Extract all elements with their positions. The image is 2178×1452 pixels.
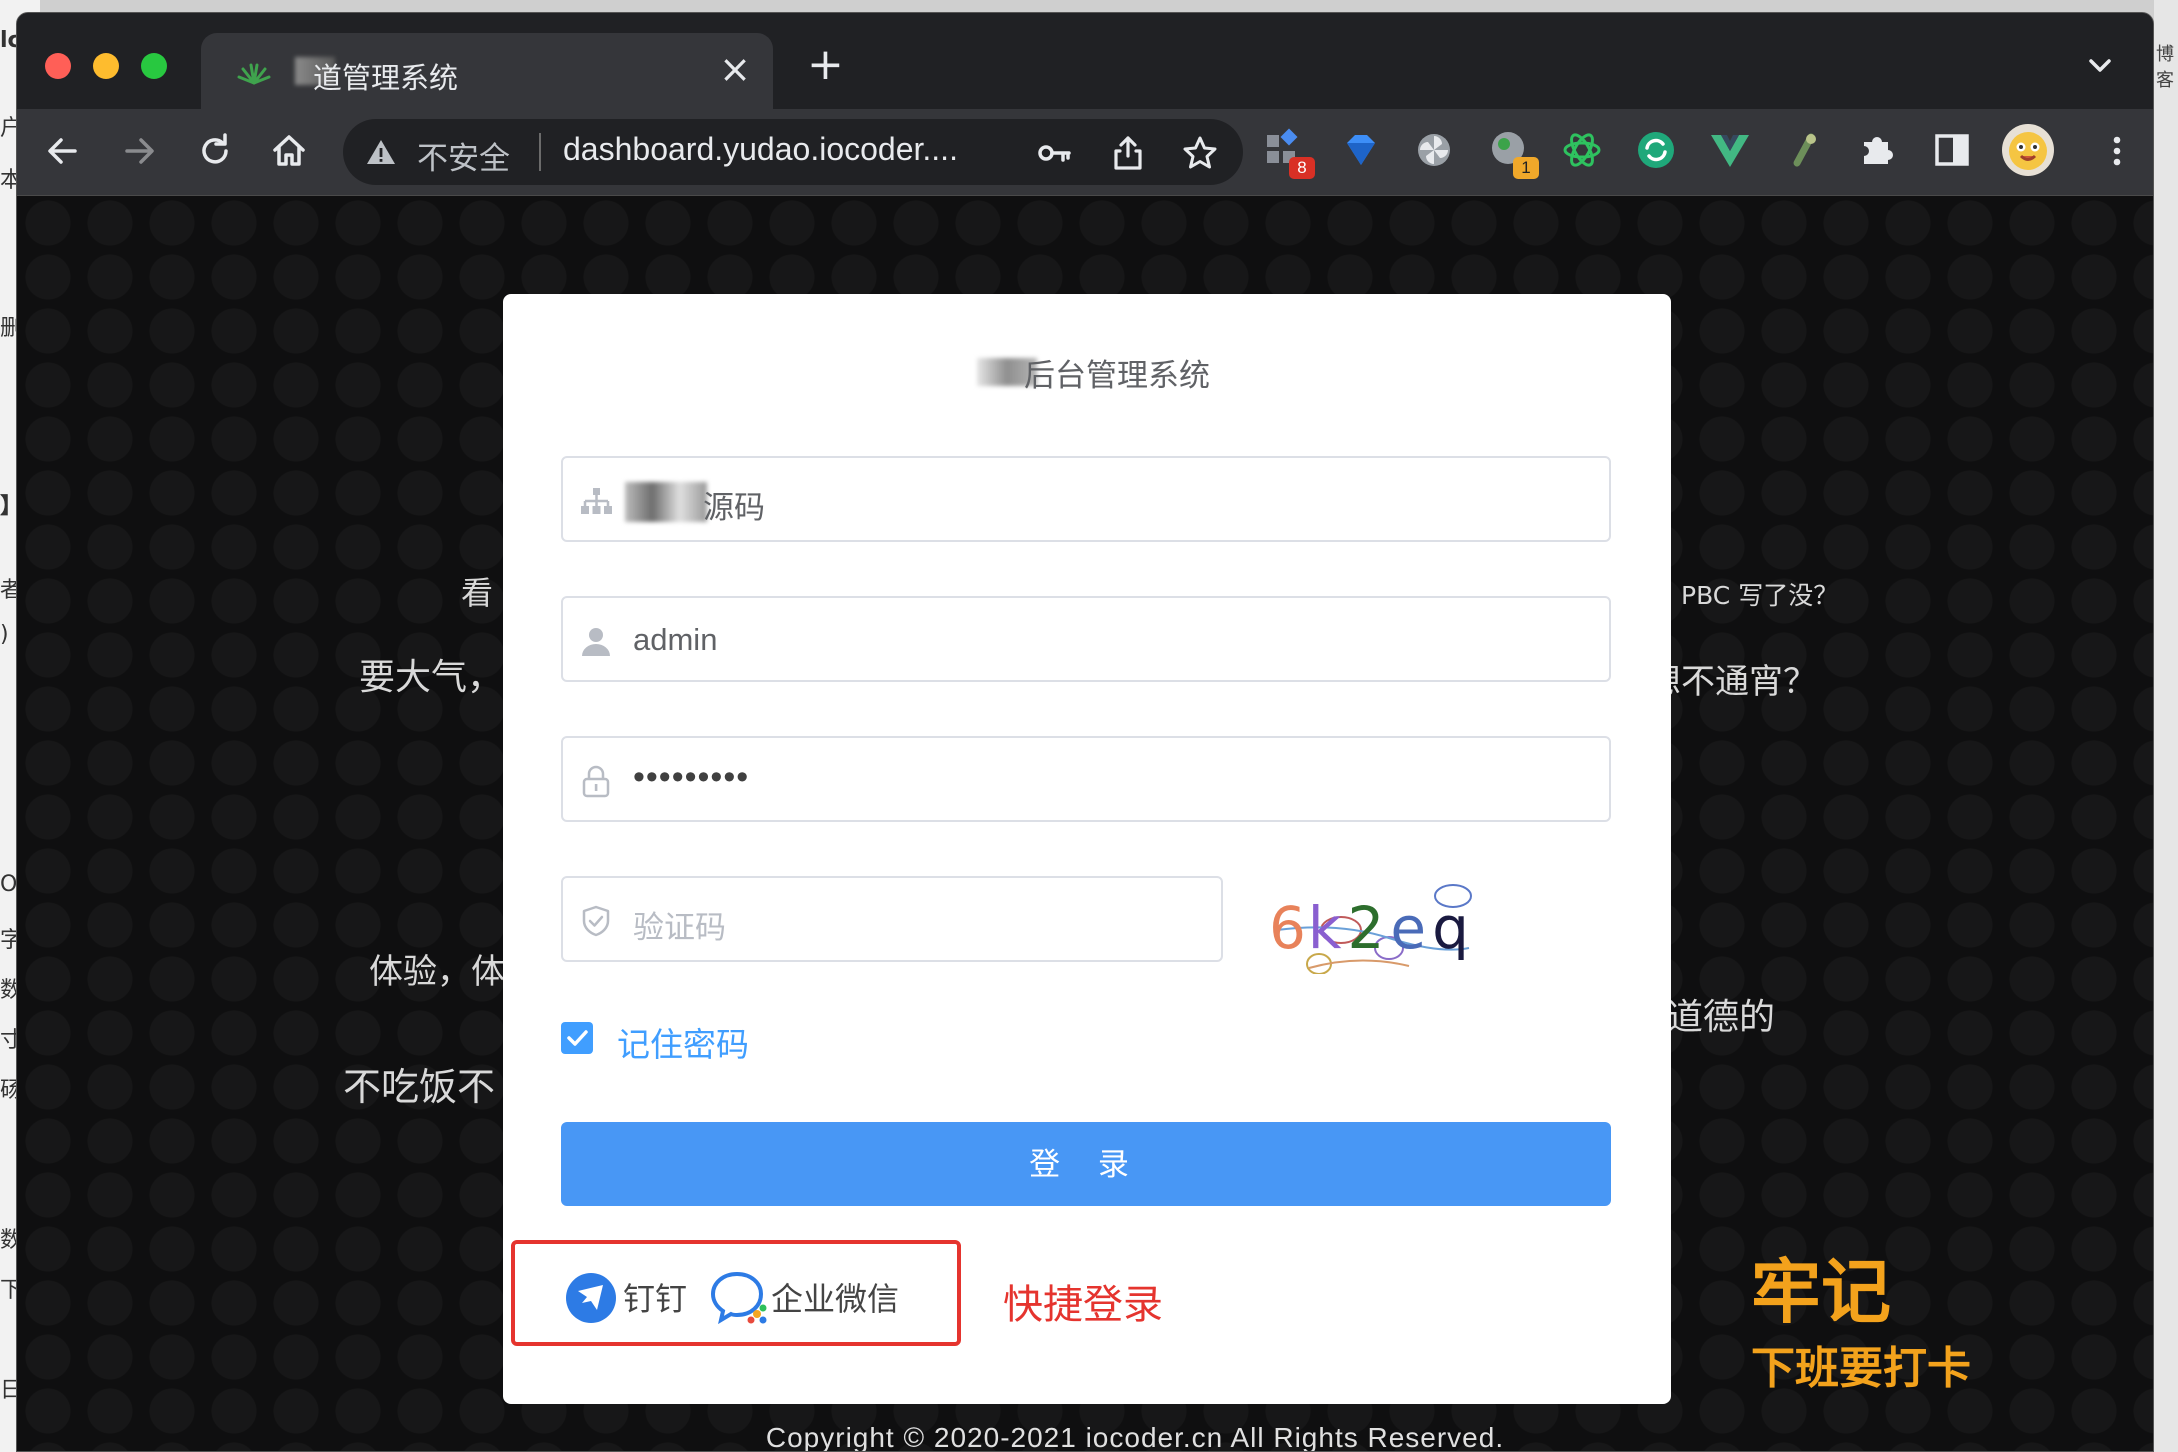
- more-menu-icon[interactable]: [2095, 129, 2139, 173]
- share-icon[interactable]: [1109, 134, 1147, 172]
- remember-password-label[interactable]: 记住密码: [617, 1018, 749, 1066]
- annotation-subtitle: 下班要打卡: [1751, 1343, 1971, 1394]
- social-login-box: 钉钉 企业微信: [511, 1240, 961, 1346]
- chevron-down-icon[interactable]: [2085, 51, 2115, 81]
- reload-icon[interactable]: [193, 129, 237, 173]
- home-icon[interactable]: [267, 129, 311, 173]
- browser-window: 道管理系统 × + 不安全 dashboard.yudao.iocoder...…: [16, 12, 2154, 1452]
- extension-button[interactable]: [1337, 127, 1383, 173]
- extension-badge: 8: [1289, 157, 1315, 179]
- extension-button[interactable]: [1633, 127, 1679, 173]
- captcha-image[interactable]: 6k 2 e q: [1269, 878, 1529, 974]
- pen-extension-icon: [1793, 133, 1816, 167]
- org-tree-icon: [581, 488, 612, 514]
- checkbox[interactable]: [561, 1022, 593, 1054]
- background-slogan: 体验，体: [369, 952, 505, 992]
- login-card: 后台管理系统 源码 admin ••••••••• 验证码 6k 2 e q 记…: [503, 294, 1671, 1404]
- annotation-title: 牢记: [1751, 1251, 1891, 1333]
- bg-window-text: ): [0, 622, 9, 647]
- browser-tab[interactable]: 道管理系统 ×: [201, 33, 773, 109]
- dingtalk-login-link[interactable]: 钉钉: [623, 1274, 687, 1320]
- login-button[interactable]: 登 录: [561, 1122, 1611, 1206]
- fan-icon: [1418, 134, 1450, 166]
- captcha-char: k: [1308, 894, 1342, 962]
- profile-avatar[interactable]: [2001, 123, 2055, 177]
- extension-badge: 1: [1513, 157, 1539, 179]
- tab-title: 道管理系统: [313, 61, 459, 95]
- tenant-field[interactable]: 源码: [561, 456, 1611, 542]
- new-tab-button[interactable]: +: [807, 43, 844, 87]
- tenant-input[interactable]: 源码: [703, 482, 765, 527]
- extension-button[interactable]: [1559, 127, 1605, 173]
- captcha-char: 6: [1269, 894, 1306, 962]
- address-bar[interactable]: 不安全 dashboard.yudao.iocoder....: [343, 119, 1243, 185]
- leaf-icon: [237, 63, 271, 85]
- screen: lc 户 本 删 】 者 ) O 字 数 寸 砀 数 下 日 博客 道管理系统: [0, 0, 2178, 1452]
- background-slogan: 不吃饭不: [343, 1065, 496, 1109]
- captcha-char: e: [1390, 894, 1426, 962]
- security-status[interactable]: 不安全: [417, 133, 510, 178]
- dingtalk-icon[interactable]: [565, 1272, 617, 1324]
- side-panel-button[interactable]: [1929, 127, 1975, 173]
- bg-window-text: O: [0, 872, 18, 897]
- tab-close-button[interactable]: ×: [719, 49, 751, 89]
- divider: [539, 133, 541, 171]
- emoji-face-icon: [2002, 124, 2054, 176]
- captcha-char: 2: [1348, 894, 1385, 962]
- background-slogan: 要大气，: [359, 657, 504, 698]
- extension-button[interactable]: [1707, 127, 1753, 173]
- window-minimize-button[interactable]: [93, 53, 119, 79]
- warning-icon[interactable]: [365, 137, 397, 167]
- redacted-text: [625, 482, 707, 522]
- username-field[interactable]: admin: [561, 596, 1611, 682]
- forward-arrow-icon[interactable]: [117, 129, 161, 173]
- password-input[interactable]: •••••••••: [633, 758, 749, 797]
- user-icon: [582, 628, 610, 656]
- bookmark-star-icon[interactable]: [1181, 134, 1219, 172]
- key-icon[interactable]: [1035, 134, 1073, 172]
- captcha-input-placeholder[interactable]: 验证码: [633, 902, 726, 947]
- browser-toolbar: 不安全 dashboard.yudao.iocoder.... 8 1: [17, 109, 2153, 196]
- checkmark-icon: [567, 1030, 588, 1046]
- quick-login-annotation: 快捷登录: [1003, 1282, 1163, 1328]
- login-title: 后台管理系统: [1024, 358, 1210, 394]
- side-panel-icon: [1935, 134, 1969, 166]
- lock-icon: [582, 765, 610, 798]
- extension-button[interactable]: [1781, 127, 1827, 173]
- extensions-menu-button[interactable]: [1855, 127, 1901, 173]
- background-window-right: 博客: [2154, 0, 2178, 1452]
- extension-button[interactable]: 8: [1261, 127, 1315, 179]
- tab-strip: 道管理系统 × +: [17, 13, 2153, 109]
- diamond-icon: [1347, 135, 1375, 165]
- background-slogan: 想不通宵？: [1647, 662, 1817, 702]
- page-content: 看 要大气， 体验，体 不吃饭不 PBC 写了没？ 想不通宵？ 道德的 后台管理…: [17, 196, 2153, 1452]
- background-slogan: PBC 写了没？: [1681, 581, 1839, 610]
- password-field[interactable]: •••••••••: [561, 736, 1611, 822]
- atom-icon: [1563, 133, 1601, 167]
- background-slogan: 道德的: [1667, 997, 1776, 1038]
- extension-button[interactable]: 1: [1485, 127, 1539, 179]
- wecom-icon[interactable]: [711, 1270, 769, 1324]
- back-arrow-icon[interactable]: [41, 129, 85, 173]
- captcha-char: q: [1432, 894, 1469, 962]
- window-maximize-button[interactable]: [141, 53, 167, 79]
- copyright-footer: Copyright © 2020-2021 iocoder.cn All Rig…: [765, 1422, 1505, 1452]
- vue-icon: [1711, 135, 1749, 167]
- shield-check-icon: [582, 905, 610, 937]
- puzzle-icon: [1864, 137, 1893, 164]
- captcha-text: 6k 2 e q: [1269, 894, 1469, 962]
- extension-button[interactable]: [1411, 127, 1457, 173]
- captcha-field[interactable]: 验证码: [561, 876, 1223, 962]
- wecom-login-link[interactable]: 企业微信: [771, 1274, 899, 1320]
- username-input[interactable]: admin: [633, 622, 717, 658]
- window-close-button[interactable]: [45, 53, 71, 79]
- background-slogan: 看: [461, 574, 494, 612]
- bg-window-text: 博客: [2156, 44, 2174, 91]
- url-text[interactable]: dashboard.yudao.iocoder....: [563, 131, 958, 168]
- sync-icon: [1638, 132, 1674, 168]
